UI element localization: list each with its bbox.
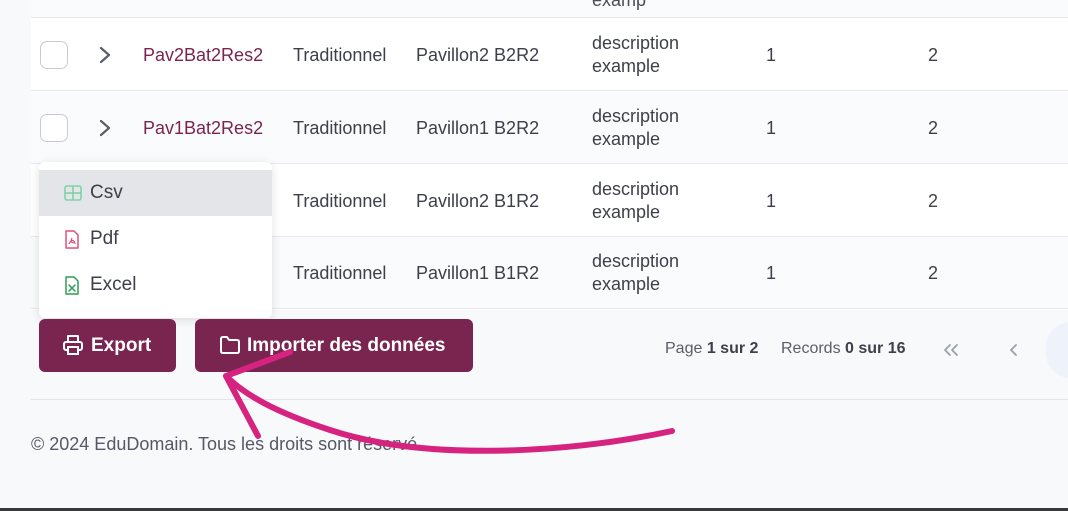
row-count-1: 1 [766,117,777,138]
row-description: description example [592,237,679,309]
row-count-2: 2 [928,190,939,211]
row-type: Traditionnel [293,190,387,211]
table-row[interactable]: Pav2Bat2Res2 Traditionnel Pavillon2 B2R2… [31,19,1068,91]
menu-item-label: Pdf [90,228,119,249]
pdf-file-icon [65,229,79,249]
row-description: description example [592,19,679,91]
double-chevron-left-icon[interactable] [941,342,961,358]
page-value: 1 sur 2 [706,340,759,357]
export-button-label: Export [91,334,152,356]
desc-line-1: description [592,106,680,126]
export-button[interactable]: Export [39,319,176,372]
table-icon [64,185,82,201]
printer-icon [63,335,83,355]
chevron-left-icon[interactable] [1006,342,1020,358]
records-prefix: Records [781,340,841,357]
excel-file-icon [65,275,79,295]
desc-line-2: example [592,129,661,149]
page-indicator: Page 1 sur 2 [665,340,758,358]
row-pavillon: Pavillon2 B2R2 [416,44,540,65]
footer-copyright: © 2024 EduDomain. Tous les droits sont r… [31,434,418,454]
row-pavillon: Pavillon1 B1R2 [416,262,540,283]
import-button-label: Importer des données [247,334,446,356]
row-count-1: 1 [766,44,777,65]
export-csv-option[interactable]: Csv [39,170,272,216]
footer-divider [31,399,1068,400]
page-prefix: Page [665,340,703,357]
row-name-link[interactable]: Pav1Bat2Res2 [143,92,263,164]
row-name-link[interactable]: Pav2Bat2Res2 [143,19,263,91]
row-checkbox[interactable] [40,114,68,142]
row-type: Traditionnel [293,117,387,138]
row-description: description example [592,92,679,164]
desc-line-2: example [592,202,661,222]
row-count-1: 1 [766,190,777,211]
row-type: Traditionnel [293,44,387,65]
desc-line-1: description [592,179,680,199]
desc-line-2: example [592,56,661,76]
menu-item-label: Excel [90,274,137,295]
row-checkbox[interactable] [40,41,68,69]
export-excel-option[interactable]: Excel [39,262,272,308]
import-data-button[interactable]: Importer des données [195,319,473,372]
row-count-2: 2 [928,44,939,65]
export-pdf-option[interactable]: Pdf [39,216,272,262]
row-count-1: 1 [766,262,777,283]
export-dropdown-menu: Csv Pdf Excel [39,162,272,318]
records-value: 0 sur 16 [845,340,906,357]
menu-item-label: Csv [90,182,123,203]
desc-line-2: example [592,274,661,294]
desc-line-1: description [592,33,680,53]
chevron-right-icon[interactable] [95,116,115,140]
next-page-button[interactable] [1046,322,1068,378]
row-count-2: 2 [928,262,939,283]
table-row[interactable]: Pav1Bat2Res2 Traditionnel Pavillon1 B2R2… [31,92,1068,164]
records-indicator: Records 0 sur 16 [781,340,906,358]
row-pavillon: Pavillon1 B2R2 [416,117,540,138]
row-description: description example [592,165,679,237]
table-row-partial: examp [31,0,1068,18]
chevron-right-icon[interactable] [95,43,115,67]
folder-icon [220,336,240,354]
row-count-2: 2 [928,117,939,138]
desc-line-1: description [592,251,680,271]
row-pavillon: Pavillon2 B1R2 [416,190,540,211]
partial-description: examp [592,0,647,10]
row-type: Traditionnel [293,262,387,283]
